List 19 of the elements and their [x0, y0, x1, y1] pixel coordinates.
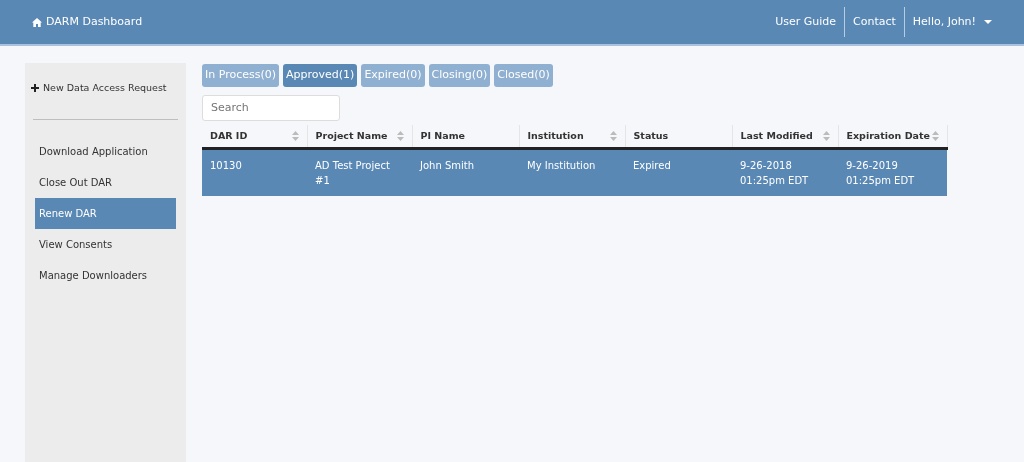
sidebar-item[interactable]: Download Application	[35, 136, 176, 168]
sidebar-item[interactable]: Manage Downloaders	[35, 260, 176, 292]
nav-link[interactable]: User Guide	[775, 13, 836, 31]
sidebar-item[interactable]: Close Out DAR	[35, 167, 176, 199]
table-cell: My Institution	[519, 148, 625, 196]
tab[interactable]: Approved(1)	[283, 64, 358, 87]
table-cell: 9-26-2019 01:25pm EDT	[838, 148, 947, 196]
sidebar-item[interactable]: View Consents	[35, 229, 176, 261]
table-cell: Expired	[625, 148, 732, 196]
search-field[interactable]: Search	[202, 94, 340, 121]
table-cell: 10130	[202, 148, 307, 196]
table-cell: 9-26-2018 01:25pm EDT	[732, 148, 838, 196]
user-menu[interactable]: Hello, John!	[912, 13, 992, 31]
table-cell: AD Test Project #1	[307, 148, 412, 196]
nav-link[interactable]: Contact	[853, 13, 896, 31]
sidebar-item[interactable]: Renew DAR	[35, 198, 176, 230]
brand-link[interactable]: DARM Dashboard	[32, 13, 143, 31]
table-cell: John Smith	[412, 148, 519, 196]
new-request-link[interactable]: New Data Access Request	[29, 73, 182, 104]
